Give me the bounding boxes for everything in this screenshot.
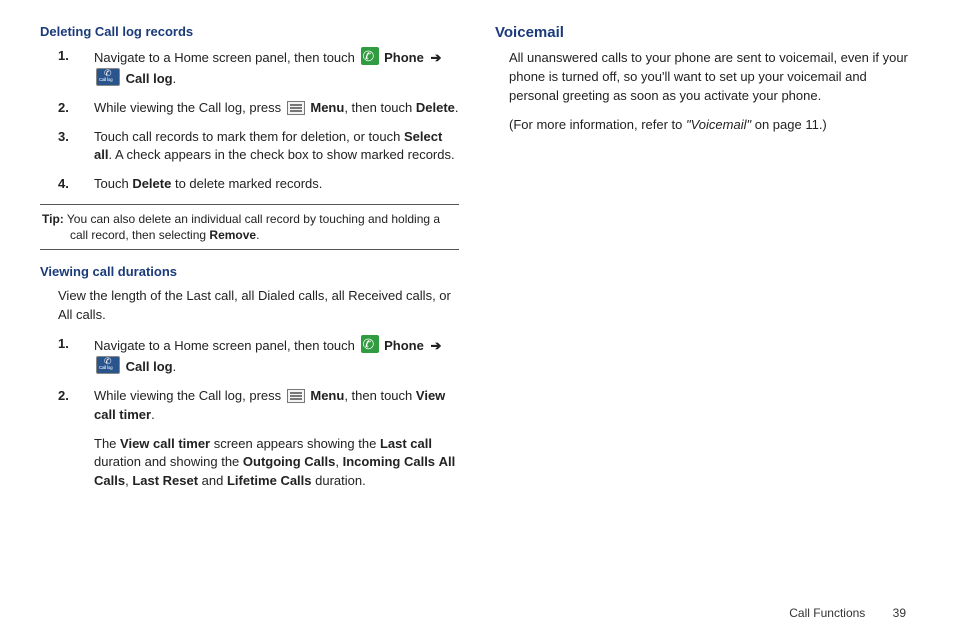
calllog-label: Call log (126, 359, 173, 374)
remove-label: Remove (209, 228, 256, 242)
step-item: Touch Delete to delete marked records. (58, 175, 459, 194)
phone-icon (361, 47, 379, 65)
step-text: . A check appears in the check box to sh… (108, 147, 454, 162)
document-page: Deleting Call log records Navigate to a … (40, 24, 914, 501)
calllog-icon (96, 356, 120, 374)
step-item: Navigate to a Home screen panel, then to… (58, 47, 459, 89)
last-call-label: Last call (380, 436, 432, 451)
arrow-icon: ➔ (430, 50, 441, 65)
step-text: to delete marked records. (171, 176, 322, 191)
lastreset-label: Last Reset (132, 473, 198, 488)
step-item: Touch call records to mark them for dele… (58, 128, 459, 166)
arrow-icon: ➔ (430, 338, 441, 353)
step-text: . (151, 407, 155, 422)
step-text: Navigate to a Home screen panel, then to… (94, 338, 359, 353)
steps-durations: Navigate to a Home screen panel, then to… (58, 335, 459, 424)
page-footer: Call Functions 39 (789, 606, 906, 620)
menu-icon (287, 101, 305, 115)
right-column: Voicemail All unanswered calls to your p… (495, 24, 914, 501)
step-item: While viewing the Call log, press Menu, … (58, 387, 459, 425)
step-item: While viewing the Call log, press Menu, … (58, 99, 459, 118)
menu-icon (287, 389, 305, 403)
step-item: Navigate to a Home screen panel, then to… (58, 335, 459, 377)
left-column: Deleting Call log records Navigate to a … (40, 24, 459, 501)
intro-text: View the length of the Last call, all Di… (58, 287, 459, 325)
tip-label: Tip: (42, 212, 64, 226)
heading-viewing-durations: Viewing call durations (40, 264, 459, 279)
steps-deleting: Navigate to a Home screen panel, then to… (58, 47, 459, 194)
ref-text: (For more information, refer to (509, 117, 686, 132)
step-text: , then touch (344, 388, 416, 403)
tip-box: Tip: You can also delete an individual c… (40, 204, 459, 250)
step-text: Touch (94, 176, 132, 191)
para-text: and (198, 473, 227, 488)
para-text: , (335, 454, 342, 469)
ref-text: on page 11.) (751, 117, 827, 132)
para-text: duration and showing the (94, 454, 243, 469)
phone-label: Phone (384, 50, 424, 65)
voicemail-reference: (For more information, refer to "Voicema… (509, 116, 914, 135)
outgoing-label: Outgoing Calls (243, 454, 335, 469)
menu-label: Menu (310, 100, 344, 115)
step-text: . (173, 71, 177, 86)
step-text: . (455, 100, 459, 115)
view-call-timer-label: View call timer (120, 436, 210, 451)
step-text: Touch call records to mark them for dele… (94, 129, 404, 144)
step-text: . (173, 359, 177, 374)
result-paragraph: The View call timer screen appears showi… (94, 435, 459, 492)
footer-section: Call Functions (789, 606, 865, 620)
para-text: screen appears showing the (210, 436, 380, 451)
incoming-label: Incoming Calls (343, 454, 435, 469)
delete-label: Delete (132, 176, 171, 191)
calllog-label: Call log (126, 71, 173, 86)
lifetime-label: Lifetime Calls (227, 473, 312, 488)
step-text: Navigate to a Home screen panel, then to… (94, 50, 359, 65)
voicemail-paragraph: All unanswered calls to your phone are s… (509, 49, 914, 106)
phone-label: Phone (384, 338, 424, 353)
heading-voicemail: Voicemail (495, 24, 914, 41)
footer-page-number: 39 (893, 606, 906, 620)
ref-title: "Voicemail" (686, 117, 751, 132)
tip-text: . (256, 228, 259, 242)
para-text: The (94, 436, 120, 451)
para-text: duration. (312, 473, 366, 488)
calllog-icon (96, 68, 120, 86)
delete-label: Delete (416, 100, 455, 115)
step-text: , then touch (344, 100, 416, 115)
heading-deleting-call-log: Deleting Call log records (40, 24, 459, 39)
step-text: While viewing the Call log, press (94, 100, 285, 115)
step-text: While viewing the Call log, press (94, 388, 285, 403)
phone-icon (361, 335, 379, 353)
menu-label: Menu (310, 388, 344, 403)
